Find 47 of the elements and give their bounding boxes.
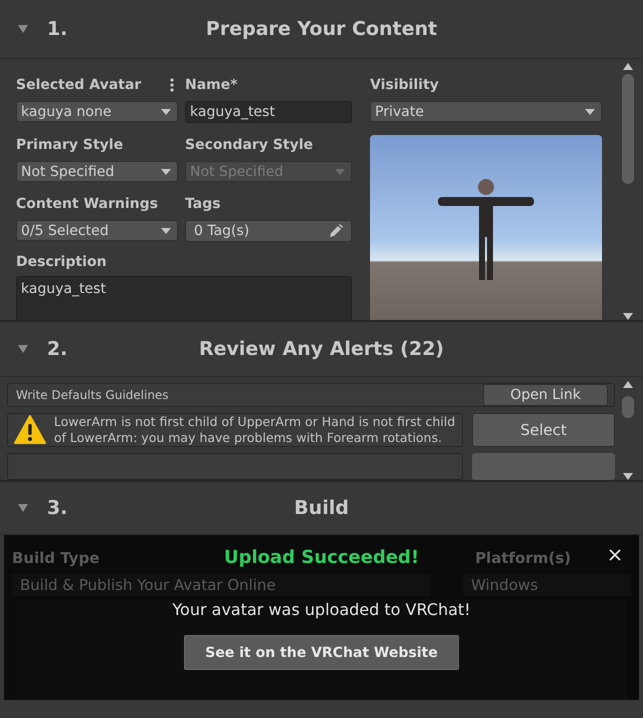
scroll-up-icon[interactable] xyxy=(623,381,633,388)
dialog-message: Your avatar was uploaded to VRChat! xyxy=(172,600,471,619)
dropdown[interactable]: 0/5 Selected xyxy=(16,220,178,241)
warning-text: LowerArm is not first child of UpperArm or Hand is not first child of LowerArm: you may have problems with Forearm rotations. xyxy=(54,414,456,446)
guideline-text: Write Defaults Guidelines xyxy=(16,388,169,402)
select-button[interactable]: Select xyxy=(472,413,615,447)
scroll-down-icon[interactable] xyxy=(623,313,633,320)
field-label: Selected Avatar xyxy=(16,77,142,93)
dropdown-caret-icon xyxy=(161,168,171,174)
dropdown[interactable]: kaguya none xyxy=(16,101,178,122)
dropdown-caret-icon xyxy=(585,108,595,114)
collapse-triangle-icon[interactable] xyxy=(17,343,29,355)
dropdown-caret-icon xyxy=(335,168,345,174)
field-label: Name* xyxy=(185,77,238,93)
scroll-up-icon[interactable] xyxy=(623,63,633,70)
open-link-button[interactable]: Open Link xyxy=(483,384,608,406)
collapse-triangle-icon[interactable] xyxy=(17,502,29,514)
field-label: Secondary Style xyxy=(185,137,314,153)
section-number: 1. xyxy=(47,18,68,40)
field-label: Content Warnings xyxy=(16,196,158,212)
field-label: Visibility xyxy=(370,77,439,93)
section-title: Review Any Alerts (22) xyxy=(199,338,444,360)
name-field[interactable]: kaguya_test xyxy=(185,101,352,123)
scroll-down-icon[interactable] xyxy=(623,473,633,480)
section-number: 2. xyxy=(47,338,68,360)
collapse-triangle-icon[interactable] xyxy=(17,23,29,35)
dropdown-caret-icon xyxy=(161,108,171,114)
section-title: Prepare Your Content xyxy=(206,18,438,40)
dropdown[interactable]: Not Specified xyxy=(16,161,178,182)
pencil-icon[interactable] xyxy=(329,224,343,238)
section-number: 3. xyxy=(47,497,68,519)
close-icon[interactable] xyxy=(609,549,621,561)
field-label: Platform(s) xyxy=(475,548,571,566)
scrollbar-thumb[interactable] xyxy=(622,396,634,418)
field-label: Tags xyxy=(185,196,221,212)
tags-field[interactable]: 0 Tag(s) xyxy=(185,220,352,242)
website-button[interactable]: See it on the VRChat Website xyxy=(184,635,459,670)
dropdown[interactable]: Private xyxy=(370,101,602,122)
dropdown-caret-icon xyxy=(161,228,171,234)
dialog-title: Upload Succeeded! xyxy=(224,547,420,568)
description-field[interactable]: kaguya_test xyxy=(16,276,352,320)
scrollbar-thumb[interactable] xyxy=(622,74,634,184)
field-label: Primary Style xyxy=(16,137,124,153)
field-label: Build Type xyxy=(12,548,100,566)
field-label: Description xyxy=(16,254,108,270)
section-title: Build xyxy=(294,497,349,519)
more-options-icon[interactable] xyxy=(170,78,174,92)
